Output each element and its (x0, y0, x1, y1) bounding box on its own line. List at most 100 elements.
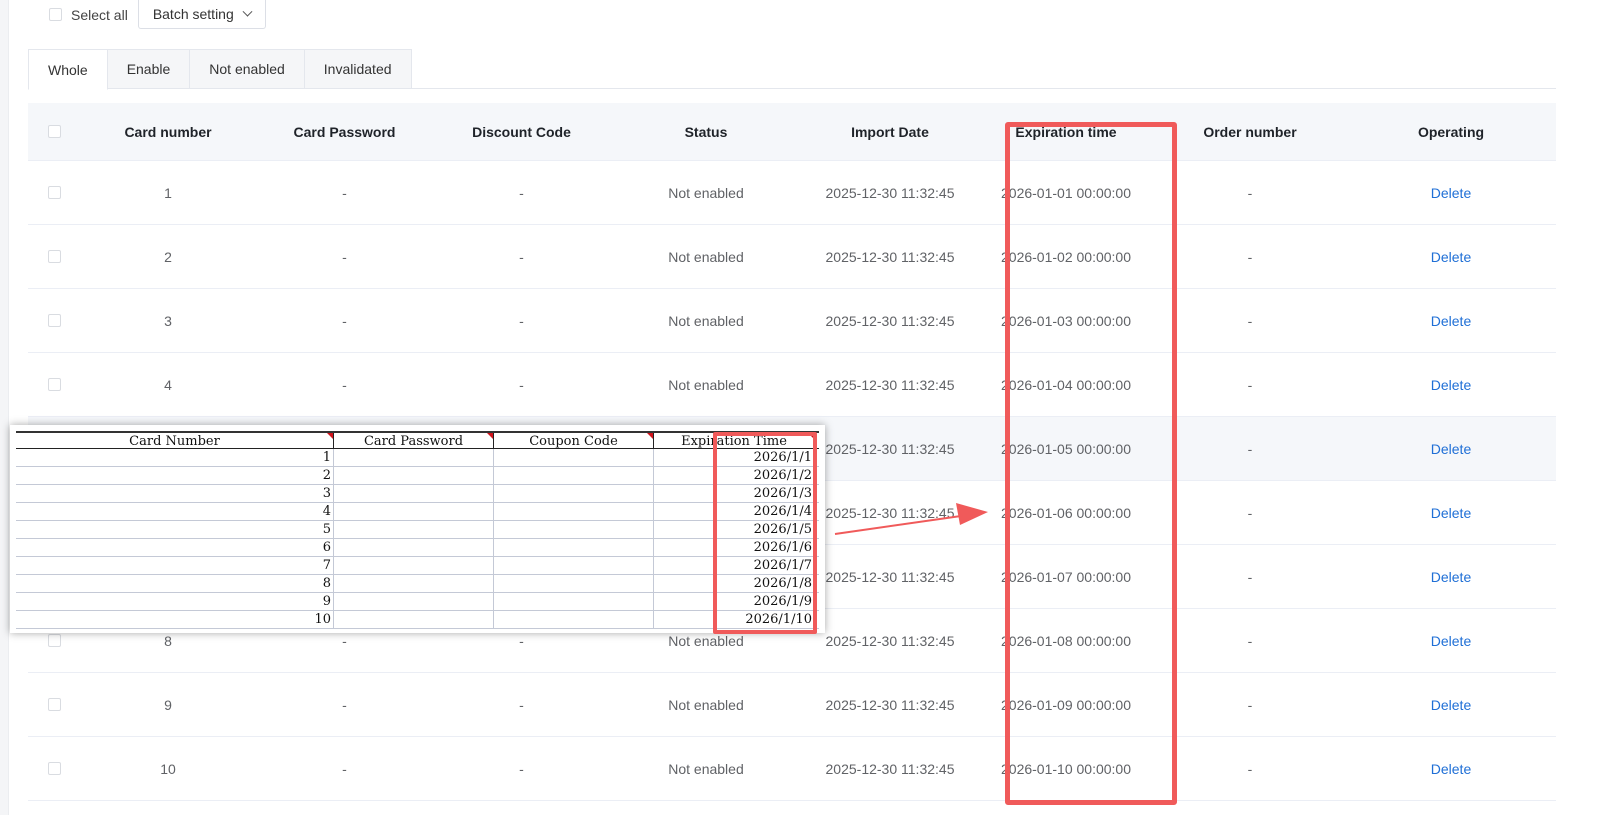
spreadsheet-cell[interactable] (334, 467, 494, 484)
spreadsheet-cell[interactable]: 3 (16, 485, 334, 502)
delete-link[interactable]: Delete (1346, 313, 1556, 329)
delete-link[interactable]: Delete (1346, 569, 1556, 585)
batch-setting-button[interactable]: Batch setting (137, 0, 266, 29)
header-card-number: Card number (124, 123, 212, 140)
spreadsheet-row: 3 2026/1/3 (16, 485, 819, 503)
comment-marker-icon (647, 433, 653, 439)
spreadsheet-cell[interactable] (334, 503, 494, 520)
import-date-cell: 2025-12-30 11:32:45 (825, 376, 955, 393)
header-import-date: Import Date (851, 123, 929, 140)
tab-invalidated[interactable]: Invalidated (304, 49, 412, 89)
delete-link[interactable]: Delete (1346, 761, 1556, 777)
order-number-cell: - (1247, 504, 1253, 521)
order-number-cell: - (1247, 696, 1253, 713)
table-row: 10- - Not enabled 2025-12-30 11:32:45 2026-0… (28, 737, 1556, 801)
table-row: 4- - Not enabled 2025-12-30 11:32:45 2026-01… (28, 353, 1556, 417)
card-password-cell: - (342, 376, 347, 393)
header-operating: Operating (1417, 123, 1485, 140)
spreadsheet-cell[interactable]: 9 (16, 593, 334, 610)
row-checkbox[interactable] (47, 250, 61, 263)
card-password-cell: - (342, 632, 347, 649)
row-checkbox[interactable] (47, 186, 61, 199)
spreadsheet-cell[interactable] (494, 521, 654, 538)
import-date-cell: 2025-12-30 11:32:45 (825, 440, 955, 457)
tab-not-enabled[interactable]: Not enabled (190, 49, 305, 89)
discount-code-cell: - (519, 312, 524, 329)
spreadsheet-cell[interactable] (334, 449, 494, 466)
spreadsheet-cell[interactable] (334, 575, 494, 592)
spreadsheet-cell[interactable] (334, 611, 494, 628)
spreadsheet-cell[interactable]: 10 (16, 611, 334, 628)
header-checkbox[interactable] (47, 125, 61, 138)
spreadsheet-cell[interactable] (334, 539, 494, 556)
spreadsheet-cell[interactable]: 4 (16, 503, 334, 520)
tab-enable[interactable]: Enable (107, 49, 191, 89)
spreadsheet-cell[interactable] (494, 593, 654, 610)
spreadsheet-cell[interactable]: 5 (16, 521, 334, 538)
spreadsheet-header-cell[interactable]: Card Password (334, 433, 494, 448)
card-password-cell: - (342, 312, 347, 329)
delete-link[interactable]: Delete (1346, 185, 1556, 201)
select-all-checkbox[interactable] (49, 8, 62, 21)
card-password-cell: - (342, 184, 347, 201)
spreadsheet-cell[interactable]: 7 (16, 557, 334, 574)
spreadsheet-header-cell[interactable]: Coupon Code (494, 433, 654, 448)
spreadsheet-row: 9 2026/1/9 (16, 593, 819, 611)
spreadsheet-cell[interactable] (494, 485, 654, 502)
spreadsheet-cell[interactable]: 6 (16, 539, 334, 556)
spreadsheet-header-cell[interactable]: Card Number (16, 433, 334, 448)
row-checkbox[interactable] (47, 698, 61, 711)
spreadsheet-cell[interactable] (494, 611, 654, 628)
spreadsheet-cell[interactable] (494, 467, 654, 484)
card-password-cell: - (342, 248, 347, 265)
spreadsheet-cell[interactable] (334, 593, 494, 610)
table-row: 1- - Not enabled 2025-12-30 11:32:45 2026-01… (28, 161, 1556, 225)
status-cell: Not enabled (668, 312, 744, 329)
status-cell: Not enabled (668, 184, 744, 201)
order-number-cell: - (1247, 632, 1253, 649)
spreadsheet-cell[interactable] (494, 503, 654, 520)
order-number-cell: - (1247, 248, 1253, 265)
spreadsheet-cell[interactable] (334, 521, 494, 538)
tab-whole[interactable]: Whole (28, 49, 108, 90)
spreadsheet-cell[interactable]: 8 (16, 575, 334, 592)
spreadsheet-header-label: Card Number (129, 434, 220, 448)
row-checkbox[interactable] (47, 762, 61, 775)
chevron-down-icon (242, 6, 253, 17)
spreadsheet-overlay: Card Number Card Password Coupon Code Expir… (10, 425, 825, 633)
order-number-cell: - (1247, 184, 1253, 201)
import-date-cell: 2025-12-30 11:32:45 (825, 312, 955, 329)
spreadsheet-cell[interactable] (334, 557, 494, 574)
row-checkbox[interactable] (47, 634, 61, 647)
delete-link[interactable]: Delete (1346, 377, 1556, 393)
spreadsheet-cell[interactable] (494, 539, 654, 556)
delete-link[interactable]: Delete (1346, 441, 1556, 457)
spreadsheet-row: 2 2026/1/2 (16, 467, 819, 485)
spreadsheet-expiration-highlight (713, 432, 817, 634)
row-checkbox[interactable] (47, 378, 61, 391)
status-cell: Not enabled (668, 632, 744, 649)
import-date-cell: 2025-12-30 11:32:45 (825, 568, 955, 585)
spreadsheet-cell[interactable] (494, 557, 654, 574)
spreadsheet-cell[interactable]: 1 (16, 449, 334, 466)
delete-link[interactable]: Delete (1346, 249, 1556, 265)
order-number-cell: - (1247, 568, 1253, 585)
comment-marker-icon (487, 433, 493, 439)
delete-link[interactable]: Delete (1346, 505, 1556, 521)
spreadsheet-cell[interactable] (494, 575, 654, 592)
select-all-label[interactable]: Select all (71, 7, 128, 23)
spreadsheet-row: 6 2026/1/6 (16, 539, 819, 557)
discount-code-cell: - (519, 376, 524, 393)
table-row: 9- - Not enabled 2025-12-30 11:32:45 2026-01… (28, 673, 1556, 737)
delete-link[interactable]: Delete (1346, 697, 1556, 713)
delete-link[interactable]: Delete (1346, 633, 1556, 649)
comment-marker-icon (327, 433, 333, 439)
discount-code-cell: - (519, 632, 524, 649)
row-checkbox[interactable] (47, 314, 61, 327)
spreadsheet-cell[interactable] (334, 485, 494, 502)
card-password-cell: - (342, 760, 347, 777)
spreadsheet-cell[interactable]: 2 (16, 467, 334, 484)
import-date-cell: 2025-12-30 11:32:45 (825, 184, 955, 201)
spreadsheet-cell[interactable] (494, 449, 654, 466)
spreadsheet-row: 10 2026/1/10 (16, 611, 819, 629)
